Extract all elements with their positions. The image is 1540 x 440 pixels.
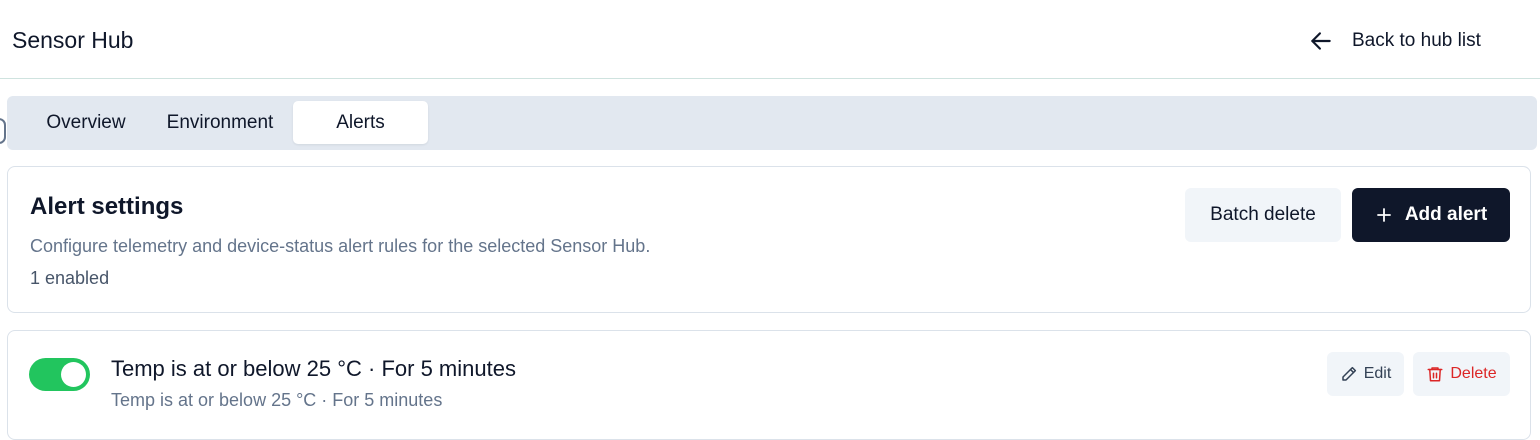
add-alert-button[interactable]: Add alert [1352, 188, 1510, 242]
alert-settings-card: Alert settings Configure telemetry and d… [7, 166, 1531, 313]
alert-settings-title: Alert settings [30, 193, 184, 220]
delete-rule-button[interactable]: Delete [1413, 352, 1510, 396]
rule-subtitle: Temp is at or below 25 °C · For 5 minute… [111, 390, 443, 410]
trash-icon [1427, 367, 1443, 382]
rule-enabled-toggle[interactable] [29, 358, 90, 391]
alert-rule-card: Temp is at or below 25 °C · For 5 minute… [7, 330, 1531, 440]
add-alert-label: Add alert [1404, 204, 1488, 225]
edit-label: Edit [1363, 365, 1392, 382]
top-header: Sensor Hub Back to hub list [0, 0, 1540, 79]
tab-environment[interactable]: Environment [155, 101, 285, 144]
toggle-knob [61, 362, 86, 387]
back-link-label: Back to hub list [1352, 30, 1481, 51]
plus-icon [1376, 208, 1391, 222]
arrow-left-icon [1311, 32, 1331, 50]
batch-delete-button[interactable]: Batch delete [1185, 188, 1341, 242]
alert-settings-description: Configure telemetry and device-status al… [30, 236, 651, 256]
page-title: Sensor Hub [12, 27, 134, 53]
back-to-hub-list-link[interactable]: Back to hub list [1308, 28, 1481, 54]
pencil-icon [1341, 366, 1356, 381]
delete-label: Delete [1450, 365, 1497, 382]
tab-bar: Overview Environment Alerts [7, 96, 1537, 150]
enabled-count: 1 enabled [30, 268, 110, 288]
scroll-edge-handle [0, 118, 6, 144]
rule-title: Temp is at or below 25 °C · For 5 minute… [111, 356, 516, 381]
edit-rule-button[interactable]: Edit [1327, 352, 1404, 396]
tab-overview[interactable]: Overview [21, 101, 151, 144]
tab-alerts[interactable]: Alerts [293, 101, 428, 144]
